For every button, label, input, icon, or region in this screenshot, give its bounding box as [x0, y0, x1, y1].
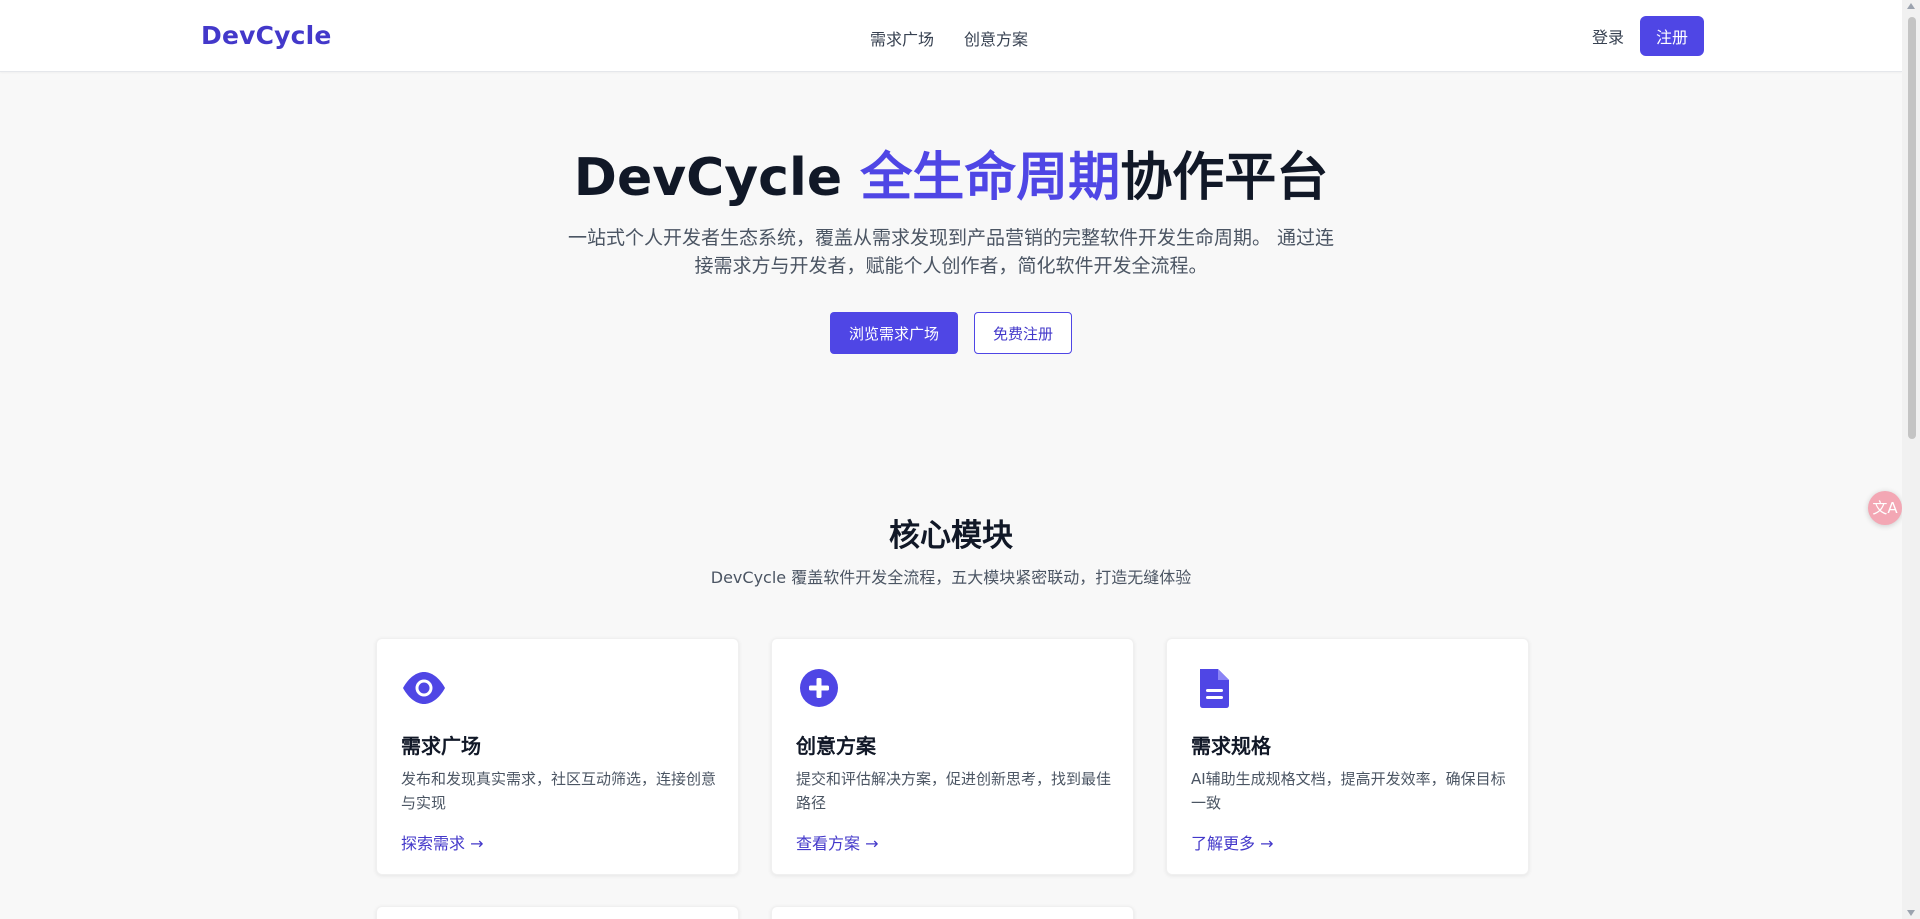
top-navigation-bar: DevCycle 需求广场 创意方案 登录 注册: [0, 0, 1902, 72]
nav-creative-solutions[interactable]: 创意方案: [964, 26, 1028, 50]
free-register-button[interactable]: 免费注册: [974, 312, 1072, 354]
module-card-specification: 需求规格 AI辅助生成规格文档，提高开发效率，确保目标一致 了解更多 →: [1166, 638, 1529, 875]
module-title: 需求广场: [401, 734, 481, 758]
hero-description: 一站式个人开发者生态系统，覆盖从需求发现到产品营销的完整软件开发生命周期。 通过…: [567, 227, 1335, 277]
login-link[interactable]: 登录: [1592, 24, 1624, 48]
module-title: 需求规格: [1191, 734, 1271, 758]
hero-actions: 浏览需求广场 免费注册: [0, 312, 1902, 354]
translate-icon[interactable]: 文A: [1868, 491, 1902, 525]
hero-section: DevCycle 全生命周期协作平台 一站式个人开发者生态系统，覆盖从需求发现到…: [0, 72, 1902, 432]
hero-title: DevCycle 全生命周期协作平台: [0, 146, 1902, 210]
module-card-requirements: 需求广场 发布和发现真实需求，社区互动筛选，连接创意与实现 探索需求 →: [376, 638, 739, 875]
module-card-list: 需求广场 发布和发现真实需求，社区互动筛选，连接创意与实现 探索需求 → 创意方…: [376, 638, 1529, 875]
scroll-down-arrow-icon[interactable]: [1907, 910, 1915, 916]
section-subtitle: DevCycle 覆盖软件开发全流程，五大模块紧密联动，打造无缝体验: [710, 568, 1192, 587]
nav-requirements-plaza[interactable]: 需求广场: [870, 26, 934, 50]
register-button[interactable]: 注册: [1640, 16, 1704, 56]
page-root: DevCycle 需求广场 创意方案 登录 注册 DevCycle 全生命周期协…: [0, 0, 1920, 919]
browse-requirements-button[interactable]: 浏览需求广场: [830, 312, 958, 354]
plus-circle-icon: [796, 667, 842, 709]
document-icon: [1191, 667, 1237, 709]
hero-title-prefix: DevCycle: [573, 148, 861, 208]
eye-icon: [401, 667, 447, 709]
module-description: 发布和发现真实需求，社区互动筛选，连接创意与实现: [401, 770, 717, 812]
learn-more-link[interactable]: 了解更多 →: [1191, 830, 1274, 854]
explore-requirements-link[interactable]: 探索需求 →: [401, 830, 484, 854]
hero-title-accent: 全生命周期: [860, 148, 1121, 208]
module-title: 创意方案: [796, 734, 876, 758]
site-logo[interactable]: DevCycle: [201, 21, 332, 50]
module-card-partial: [771, 906, 1134, 919]
module-description: AI辅助生成规格文档，提高开发效率，确保目标一致: [1191, 770, 1506, 812]
scroll-up-arrow-icon[interactable]: [1907, 3, 1915, 9]
hero-title-suffix: 协作平台: [1120, 148, 1329, 208]
module-card-solutions: 创意方案 提交和评估解决方案，促进创新思考，找到最佳路径 查看方案 →: [771, 638, 1134, 875]
module-description: 提交和评估解决方案，促进创新思考，找到最佳路径: [796, 770, 1112, 812]
view-solutions-link[interactable]: 查看方案 →: [796, 830, 879, 854]
primary-navigation: 需求广场 创意方案: [870, 26, 1028, 50]
section-title: 核心模块: [889, 518, 1013, 554]
vertical-scrollbar[interactable]: [1902, 0, 1920, 919]
auth-actions: 登录 注册: [1592, 16, 1704, 56]
scrollbar-thumb[interactable]: [1908, 17, 1916, 439]
module-card-partial: [376, 906, 739, 919]
